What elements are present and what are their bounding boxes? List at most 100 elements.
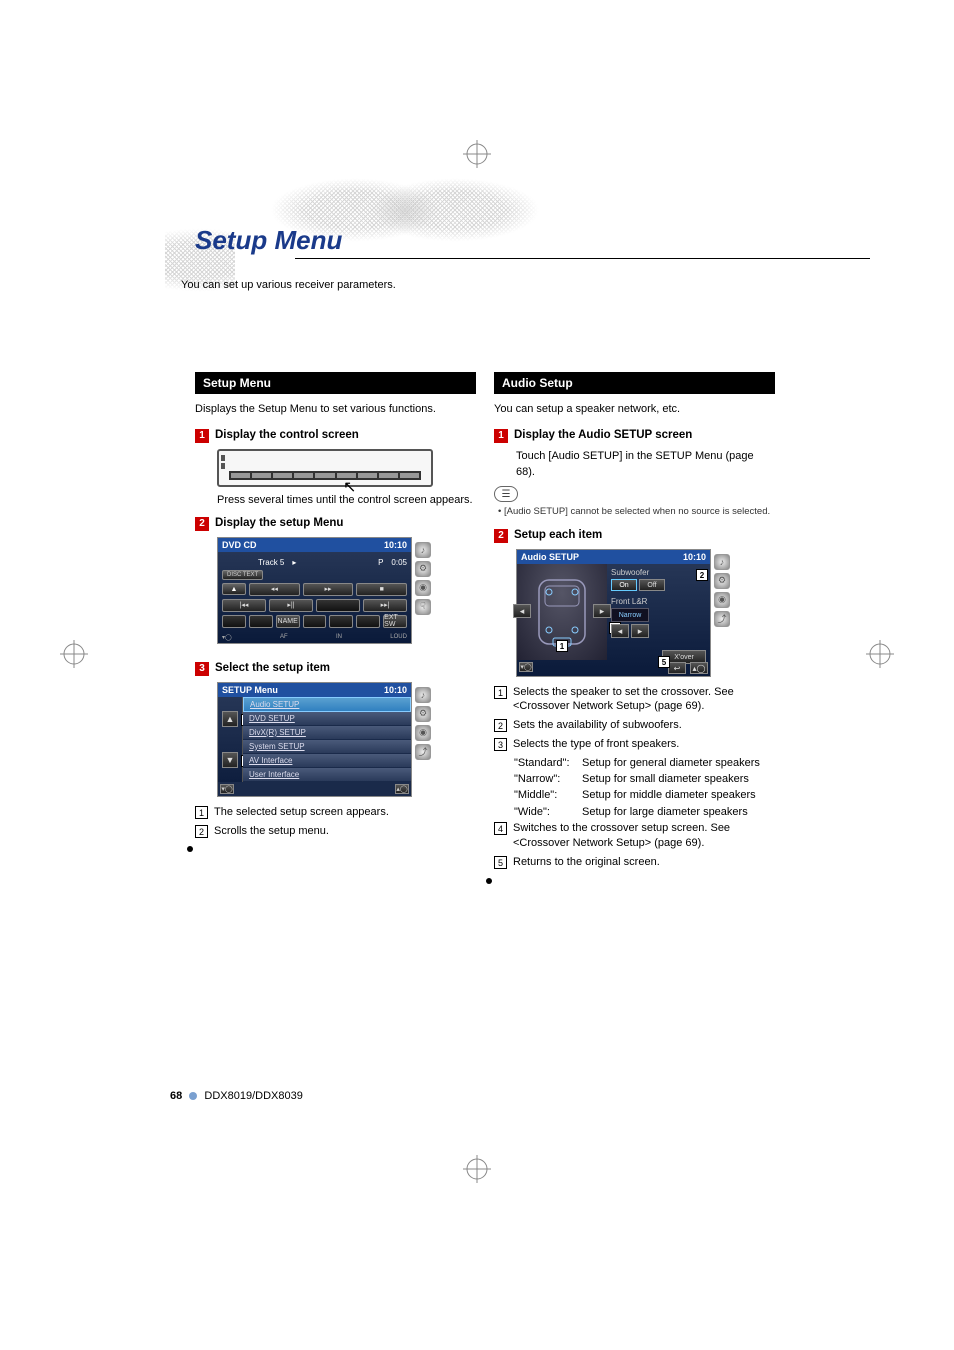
annotation-number: 5 <box>494 856 507 869</box>
return-icon[interactable]: ↩ <box>668 662 686 674</box>
footer-dot-icon <box>189 1092 197 1100</box>
side-icon[interactable]: ⚙ <box>714 573 730 589</box>
side-icon[interactable]: ◉ <box>415 725 431 741</box>
annotation-number: 1 <box>195 806 208 819</box>
home-icon[interactable]: ▾◯ <box>222 634 232 641</box>
screen-title: Audio SETUP <box>521 552 579 562</box>
stop-button[interactable]: ■ <box>356 583 407 596</box>
annotation-text: Switches to the crossover setup screen. … <box>513 821 775 851</box>
scroll-up-button[interactable]: ▲ 2 <box>222 711 238 727</box>
eject-button[interactable]: ▲ <box>222 583 246 595</box>
bullet: • <box>498 506 501 517</box>
callout-1: 1 <box>556 640 568 652</box>
step-title: Display the setup Menu <box>215 517 343 529</box>
annotation-number: 3 <box>494 738 507 751</box>
prev-track-button[interactable]: |◂◂ <box>222 599 266 612</box>
menu-item-dvd-setup[interactable]: DVD SETUP <box>243 712 411 726</box>
side-icon[interactable]: ⤴ <box>415 744 431 760</box>
blank-button <box>222 615 246 628</box>
screen-clock: 10:10 <box>384 540 407 550</box>
step-badge: 3 <box>195 662 209 676</box>
menu-item-user-interface[interactable]: User Interface <box>243 768 411 782</box>
annotation-text: Sets the availability of subwoofers. <box>513 718 775 733</box>
disc-text-button[interactable]: DISC TEXT <box>222 570 263 580</box>
step-badge: 2 <box>494 529 508 543</box>
car-right-button[interactable]: ▸ <box>593 604 611 618</box>
car-left-button[interactable]: ◂ <box>513 604 531 618</box>
crop-mark-icon <box>463 1155 491 1183</box>
step-note: Touch [Audio SETUP] in the SETUP Menu (p… <box>516 449 775 480</box>
ext-sw-button[interactable]: EXT SW <box>383 615 407 628</box>
side-icon[interactable]: ♪ <box>415 542 431 558</box>
front-value: Narrow <box>611 608 649 622</box>
step-badge: 1 <box>195 429 209 443</box>
loud-label: LOUD <box>390 634 407 641</box>
speaker-val: Setup for large diameter speakers <box>582 805 775 819</box>
dvd-cd-screen: DVD CD 10:10 Track 5 ▸ P 0:05 DISC TEXT <box>217 537 412 644</box>
touch-hand-icon: ☟ <box>415 599 431 615</box>
side-icon[interactable]: ⚙ <box>415 561 431 577</box>
blank-button <box>249 615 273 628</box>
af-label: AF <box>280 634 288 641</box>
page-subtitle: You can set up various receiver paramete… <box>181 279 790 291</box>
time: 0:05 <box>391 558 407 567</box>
step-title: Display the Audio SETUP screen <box>514 429 692 441</box>
blank-button <box>356 615 380 628</box>
annotation-text: Returns to the original screen. <box>513 855 775 870</box>
speaker-val: Setup for middle diameter speakers <box>582 788 775 802</box>
side-icon[interactable]: ♪ <box>714 554 730 570</box>
hardware-control-panel: ↖ <box>217 449 433 487</box>
note-text: [Audio SETUP] cannot be selected when no… <box>504 506 770 517</box>
corner-icon[interactable]: ▴◯ <box>395 784 409 794</box>
play-icon: ▸ <box>292 558 296 567</box>
speaker-key: "Wide": <box>514 805 582 819</box>
crop-mark-icon <box>866 640 894 668</box>
callout-2: 2 <box>696 569 708 581</box>
section-header-audio-setup: Audio Setup <box>494 372 775 394</box>
side-icon[interactable]: ⤴ <box>714 611 730 627</box>
audio-setup-screen: Audio SETUP 10:10 <box>516 549 711 677</box>
front-lr-label: Front L&R <box>611 597 706 606</box>
screen-clock: 10:10 <box>384 685 407 695</box>
play-pause-button[interactable]: ▸|| <box>269 599 313 612</box>
home-icon[interactable]: ▾◯ <box>220 784 234 794</box>
subwoofer-off-button[interactable]: Off <box>639 579 665 591</box>
crop-mark-icon <box>60 640 88 668</box>
rewind-button[interactable]: ◂◂ <box>249 583 300 596</box>
speaker-val: Setup for small diameter speakers <box>582 772 775 786</box>
front-next-button[interactable]: ▸ <box>631 624 649 638</box>
page-number: 68 <box>170 1090 182 1102</box>
subwoofer-on-button[interactable]: On <box>611 579 637 591</box>
step-title: Select the setup item <box>215 662 330 674</box>
home-icon[interactable]: ▾◯ <box>519 662 533 672</box>
side-icon[interactable]: ⚙ <box>415 706 431 722</box>
forward-button[interactable]: ▸▸ <box>303 583 354 596</box>
side-icon[interactable]: ♪ <box>415 687 431 703</box>
menu-item-audio-setup[interactable]: Audio SETUP <box>243 697 411 712</box>
left-column: Setup Menu Displays the Setup Menu to se… <box>195 372 476 880</box>
screen-clock: 10:10 <box>683 552 706 562</box>
step-badge: 1 <box>494 429 508 443</box>
corner-icon[interactable]: ▴◯ <box>690 662 708 674</box>
page-footer: 68 DDX8019/DDX8039 <box>170 1090 303 1102</box>
blank-button <box>329 615 353 628</box>
annotation-number: 1 <box>494 686 507 699</box>
annotation-number: 2 <box>494 719 507 732</box>
speaker-key: "Middle": <box>514 788 582 802</box>
annotation-text: Selects the speaker to set the crossover… <box>513 685 775 715</box>
side-icon[interactable]: ◉ <box>415 580 431 596</box>
blank-button <box>303 615 327 628</box>
next-track-button[interactable]: ▸▸| <box>363 599 407 612</box>
annotation-text: Scrolls the setup menu. <box>214 824 476 839</box>
menu-item-system-setup[interactable]: System SETUP <box>243 740 411 754</box>
menu-item-av-interface[interactable]: AV Interface <box>243 754 411 768</box>
name-button[interactable]: NAME <box>276 615 300 628</box>
front-prev-button[interactable]: ◂ <box>611 624 629 638</box>
step-title: Setup each item <box>514 529 602 541</box>
subwoofer-label: Subwoofer <box>611 568 706 577</box>
menu-item-divx-setup[interactable]: DivX(R) SETUP <box>243 726 411 740</box>
section-desc: You can setup a speaker network, etc. <box>494 402 775 417</box>
scroll-down-button[interactable]: ▼ 2 <box>222 752 238 768</box>
title-rule <box>295 258 870 259</box>
side-icon[interactable]: ◉ <box>714 592 730 608</box>
